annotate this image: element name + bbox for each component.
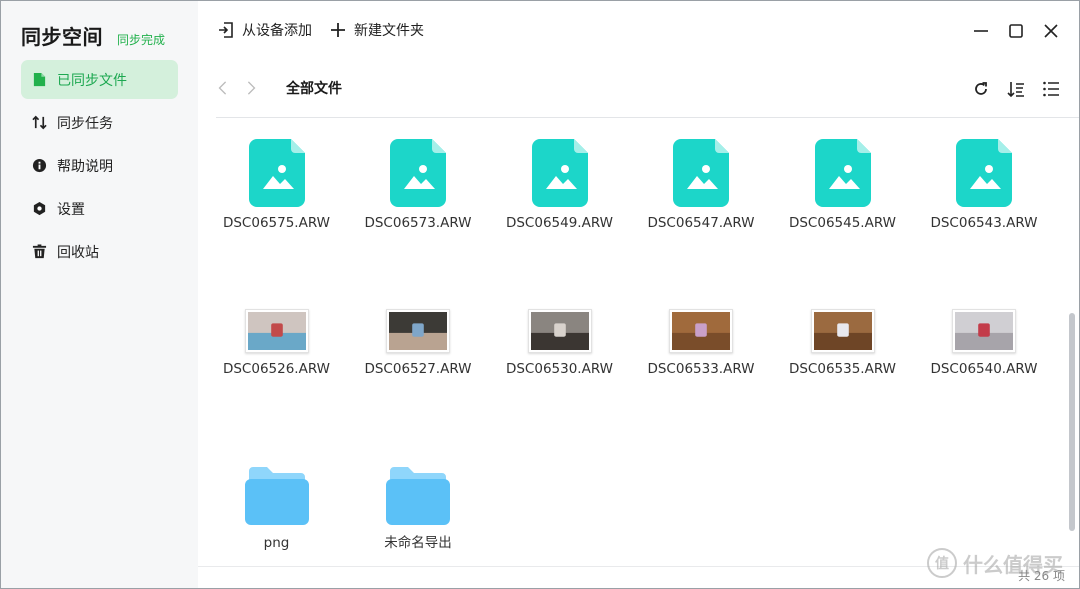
image-file-icon xyxy=(673,139,729,207)
sidebar-item-trash[interactable]: 回收站 xyxy=(21,232,178,271)
sort-button[interactable] xyxy=(1006,79,1026,99)
image-file-icon xyxy=(248,139,305,207)
file-item[interactable]: DSC06535.ARW xyxy=(782,287,903,379)
file-name: DSC06540.ARW xyxy=(930,361,1038,377)
path-bar: 全部文件 xyxy=(216,59,1079,118)
window-controls xyxy=(956,21,1061,41)
file-item[interactable]: DSC06549.ARW xyxy=(499,119,620,269)
file-name: DSC06545.ARW xyxy=(788,215,897,231)
sidebar-item-help[interactable]: 帮助说明 xyxy=(21,146,178,185)
scrollbar[interactable] xyxy=(1069,313,1075,531)
photo-thumbnail xyxy=(810,309,875,353)
add-from-device-label: 从设备添加 xyxy=(242,23,312,39)
plus-icon xyxy=(331,23,345,37)
chevron-right-icon xyxy=(247,81,256,95)
main-panel: 从设备添加 新建文件夹 全部文件 DSC06575.ARW DSC06573.A… xyxy=(198,1,1079,588)
view-tools xyxy=(956,79,1061,99)
folder-icon xyxy=(386,467,450,525)
file-item[interactable]: DSC06573.ARW xyxy=(358,119,479,269)
app-title: 同步空间 xyxy=(21,25,103,49)
file-name: DSC06533.ARW xyxy=(647,361,755,377)
sidebar-item-sync-tasks[interactable]: 同步任务 xyxy=(21,103,178,142)
file-name: DSC06575.ARW xyxy=(222,215,331,231)
image-file-icon xyxy=(956,139,1012,207)
app-window: 同步空间 同步完成 已同步文件 同步任务 帮助说明 设置 回收站 从设备添加 新… xyxy=(0,0,1080,589)
file-item[interactable]: 未命名导出 xyxy=(358,445,479,553)
image-file-icon xyxy=(531,139,588,207)
photo-thumbnail xyxy=(386,309,450,353)
sidebar-item-settings[interactable]: 设置 xyxy=(21,189,178,228)
chevron-left-icon xyxy=(218,81,227,95)
hexagon-gear-icon xyxy=(31,201,47,217)
item-count: 共 26 项 xyxy=(1018,569,1065,583)
image-file-icon xyxy=(390,139,446,207)
import-icon xyxy=(219,22,233,38)
refresh-icon xyxy=(975,82,987,95)
file-item[interactable]: DSC06545.ARW xyxy=(782,119,903,269)
sidebar-item-label: 设置 xyxy=(57,201,85,218)
maximize-button[interactable] xyxy=(1006,21,1026,41)
close-button[interactable] xyxy=(1041,21,1061,41)
file-item[interactable]: DSC06533.ARW xyxy=(641,287,762,379)
close-icon xyxy=(1044,24,1058,38)
add-from-device-button[interactable]: 从设备添加 xyxy=(218,20,312,40)
maximize-icon xyxy=(1009,24,1023,38)
file-name: DSC06543.ARW xyxy=(930,215,1038,231)
sidebar-nav: 已同步文件 同步任务 帮助说明 设置 回收站 xyxy=(21,60,178,275)
info-icon xyxy=(31,158,47,174)
file-item[interactable]: DSC06543.ARW xyxy=(924,119,1045,269)
photo-thumbnail xyxy=(527,309,592,353)
refresh-button[interactable] xyxy=(971,79,991,99)
file-name: 未命名导出 xyxy=(384,535,452,551)
forward-button[interactable] xyxy=(244,80,260,96)
sidebar-item-label: 已同步文件 xyxy=(57,72,127,89)
sidebar-item-label: 同步任务 xyxy=(57,115,113,132)
image-file-icon xyxy=(814,139,871,207)
file-icon xyxy=(31,72,47,88)
sidebar-item-synced-files[interactable]: 已同步文件 xyxy=(21,60,178,99)
file-item[interactable]: DSC06526.ARW xyxy=(216,287,337,379)
new-folder-label: 新建文件夹 xyxy=(354,23,424,39)
list-view-button[interactable] xyxy=(1041,79,1061,99)
minimize-button[interactable] xyxy=(971,21,991,41)
sync-status: 同步完成 xyxy=(117,33,166,47)
sync-arrows-icon xyxy=(31,115,47,131)
folder-icon xyxy=(244,467,309,525)
minimize-icon xyxy=(974,30,988,32)
file-name: DSC06535.ARW xyxy=(788,361,897,377)
file-name: DSC06527.ARW xyxy=(364,361,472,377)
file-name: DSC06573.ARW xyxy=(364,215,472,231)
list-view-icon xyxy=(1043,81,1059,97)
breadcrumb[interactable]: 全部文件 xyxy=(286,78,342,98)
toolbar: 从设备添加 新建文件夹 xyxy=(198,1,1079,59)
photo-thumbnail xyxy=(669,309,733,353)
watermark-logo: 值 xyxy=(927,548,957,578)
photo-thumbnail xyxy=(952,309,1016,353)
file-item[interactable]: png xyxy=(216,445,337,553)
file-item[interactable]: DSC06527.ARW xyxy=(358,287,479,379)
file-grid-area: DSC06575.ARW DSC06573.ARW DSC06549.ARW DSC0… xyxy=(216,119,1063,566)
file-name: DSC06526.ARW xyxy=(222,361,331,377)
file-name: DSC06530.ARW xyxy=(505,361,614,377)
sidebar-item-label: 回收站 xyxy=(57,244,99,261)
sidebar-item-label: 帮助说明 xyxy=(57,158,113,175)
back-button[interactable] xyxy=(216,80,232,96)
file-item[interactable]: DSC06530.ARW xyxy=(499,287,620,379)
file-item[interactable]: DSC06540.ARW xyxy=(924,287,1045,379)
new-folder-button[interactable]: 新建文件夹 xyxy=(330,20,424,40)
sidebar: 同步空间 同步完成 已同步文件 同步任务 帮助说明 设置 回收站 xyxy=(1,1,198,588)
brand: 同步空间 同步完成 xyxy=(21,21,165,50)
sort-icon xyxy=(1007,82,1024,98)
file-name: DSC06547.ARW xyxy=(647,215,755,231)
photo-thumbnail xyxy=(244,309,309,353)
file-name: png xyxy=(263,535,290,551)
file-item[interactable]: DSC06547.ARW xyxy=(641,119,762,269)
file-item[interactable]: DSC06575.ARW xyxy=(216,119,337,269)
trash-icon xyxy=(31,244,47,260)
file-name: DSC06549.ARW xyxy=(505,215,614,231)
